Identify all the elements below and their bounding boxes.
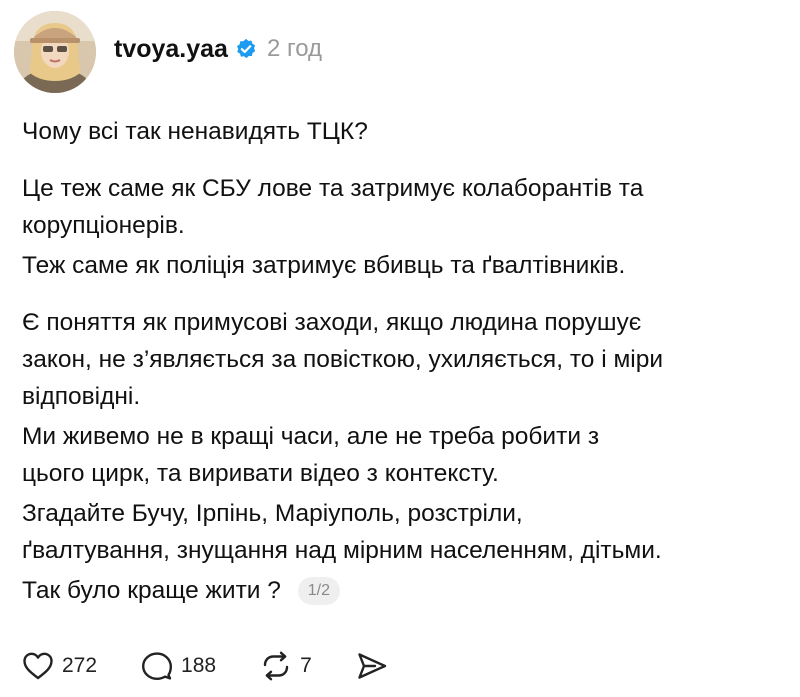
- text-line: закон, не з’являється за повісткою, ухил…: [22, 346, 664, 373]
- share-button[interactable]: [356, 651, 388, 681]
- like-count: 272: [62, 654, 98, 677]
- text-line: ґвалтування, знущання над мірним населен…: [22, 537, 662, 564]
- heart-icon: [23, 652, 53, 680]
- username[interactable]: tvoya.yaa: [114, 35, 228, 64]
- comment-icon: [142, 652, 173, 680]
- text-line: Це теж саме як СБУ лове та затримує кола…: [22, 175, 644, 202]
- text-line: Теж саме як поліція затримує вбивць та ґ…: [22, 252, 626, 279]
- paragraph: Чому всі так ненавидять ТЦК?: [22, 113, 782, 150]
- repost-icon: [263, 651, 289, 681]
- text-line: Згадайте Бучу, Ірпінь, Маріуполь, розстр…: [22, 500, 523, 527]
- comment-button[interactable]: 188: [141, 651, 216, 681]
- text-line: Є поняття як примусові заходи, якщо люди…: [22, 309, 642, 336]
- post-time: 2 год: [266, 35, 323, 62]
- text-line: Так було краще жити ? 1/2: [22, 572, 782, 609]
- text-line: корупціонерів.: [22, 212, 185, 239]
- verified-badge-icon: [235, 38, 257, 60]
- avatar[interactable]: [14, 11, 96, 93]
- thread-post: tvoya.yaa 2 год Чому всі так ненавидять …: [0, 0, 800, 697]
- post-meta: tvoya.yaa 2 год: [114, 35, 322, 64]
- avatar-photo-icon: [14, 11, 96, 93]
- paragraph: Є поняття як примусові заходи, якщо люди…: [22, 304, 782, 415]
- repost-button[interactable]: 7: [260, 651, 312, 681]
- paragraph: Теж саме як поліція затримує вбивць та ґ…: [22, 247, 782, 284]
- text-line-content: Так було краще жити ?: [22, 577, 281, 604]
- page-indicator[interactable]: 1/2: [297, 577, 340, 605]
- action-bar: 272 188 7: [22, 648, 432, 684]
- post-body: Чому всі так ненавидять ТЦК? Це теж саме…: [22, 113, 782, 620]
- repost-count: 7: [300, 654, 312, 677]
- post-header: tvoya.yaa 2 год: [14, 10, 322, 94]
- text-line: Чому всі так ненавидять ТЦК?: [22, 118, 368, 145]
- text-line: Ми живемо не в кращі часи, але не треба …: [22, 423, 600, 450]
- like-button[interactable]: 272: [22, 651, 97, 681]
- send-icon: [358, 653, 386, 679]
- paragraph: Так було краще жити ? 1/2: [22, 572, 782, 609]
- comment-count: 188: [181, 654, 217, 677]
- paragraph: Ми живемо не в кращі часи, але не треба …: [22, 418, 782, 492]
- text-line: цього цирк, та виривати відео з контекст…: [22, 460, 499, 487]
- paragraph: Це теж саме як СБУ лове та затримує кола…: [22, 170, 782, 244]
- text-line: відповідні.: [22, 383, 141, 410]
- paragraph: Згадайте Бучу, Ірпінь, Маріуполь, розстр…: [22, 495, 782, 569]
